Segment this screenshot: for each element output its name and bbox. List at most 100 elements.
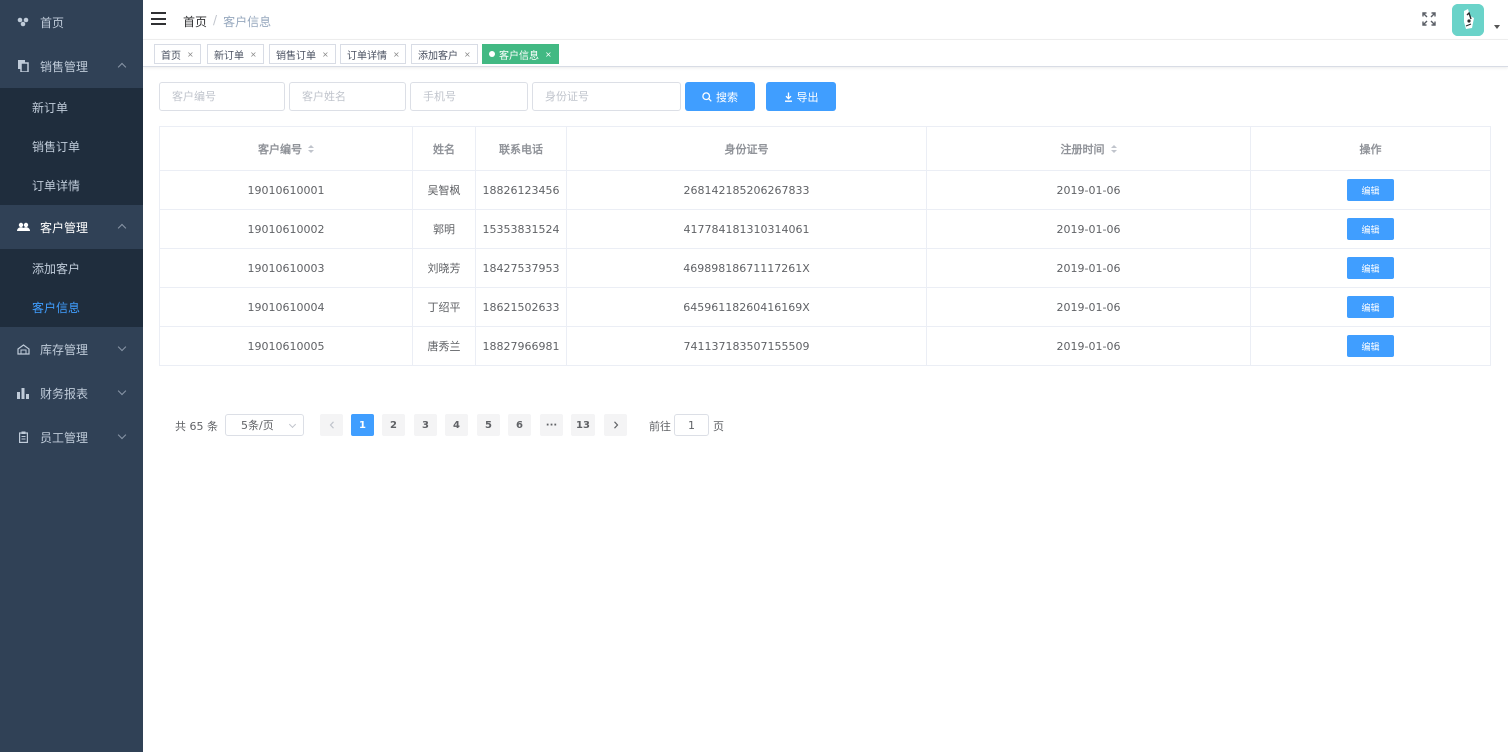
bar-chart-icon xyxy=(16,386,30,400)
page-ellipsis-button[interactable]: ··· xyxy=(540,414,563,436)
prev-page-button[interactable] xyxy=(320,414,343,436)
caret-down-icon[interactable] xyxy=(1494,25,1500,29)
page-button[interactable]: 4 xyxy=(445,414,468,436)
breadcrumb: 首页 / 客户信息 xyxy=(183,13,271,30)
sort-icon[interactable] xyxy=(1110,144,1117,153)
goto-suffix: 页 xyxy=(713,420,724,433)
cell-register-date: 2019-01-06 xyxy=(927,288,1251,326)
page-button[interactable]: 2 xyxy=(382,414,405,436)
tag-home[interactable]: 首页 × xyxy=(154,44,201,64)
sidebar-subitem-customer-info[interactable]: 客户信息 xyxy=(0,288,143,327)
page-button[interactable]: 1 xyxy=(351,414,374,436)
column-header-label: 注册时间 xyxy=(1060,142,1105,156)
edit-button[interactable]: 编辑 xyxy=(1347,179,1394,201)
sidebar-item-label: 销售管理 xyxy=(40,59,89,74)
tag-order-details[interactable]: 订单详情 × xyxy=(340,44,406,64)
search-button[interactable]: 搜索 xyxy=(685,82,755,111)
chevron-up-icon xyxy=(117,223,127,233)
column-header-label: 姓名 xyxy=(433,142,455,156)
breadcrumb-home[interactable]: 首页 xyxy=(183,13,207,30)
sidebar-item-label: 员工管理 xyxy=(40,430,89,445)
tag-label: 订单详情 xyxy=(347,50,387,62)
cell-phone: 18826123456 xyxy=(476,171,567,209)
table-row: 19010610001 吴智枫 18826123456 268142185206… xyxy=(160,171,1490,210)
close-icon[interactable]: × xyxy=(322,50,329,59)
cell-id-card: 64596118260416169X xyxy=(567,288,927,326)
tag-customer-info[interactable]: 客户信息 × xyxy=(482,44,559,64)
cell-customer-id: 19010610003 xyxy=(160,249,413,287)
sort-icon[interactable] xyxy=(308,144,314,153)
column-header-phone: 联系电话 xyxy=(476,127,567,170)
sidebar-item-finance[interactable]: 财务报表 xyxy=(0,371,143,415)
cell-customer-id: 19010610002 xyxy=(160,210,413,248)
cell-actions: 编辑 xyxy=(1251,327,1490,365)
close-icon[interactable]: × xyxy=(545,50,552,59)
sidebar-subitem-order-details[interactable]: 订单详情 xyxy=(0,166,143,205)
sidebar-subitem-label: 添加客户 xyxy=(32,262,81,276)
tags-view: 首页 × 新订单 × 销售订单 × 订单详情 × 添加客户 × 客户信息 × xyxy=(143,40,1508,67)
export-button-label: 导出 xyxy=(796,90,819,104)
cell-phone: 18827966981 xyxy=(476,327,567,365)
edit-button[interactable]: 编辑 xyxy=(1347,257,1394,279)
table-row: 19010610003 刘晓芳 18427537953 469898186711… xyxy=(160,249,1490,288)
tag-label: 销售订单 xyxy=(276,50,316,62)
avatar[interactable] xyxy=(1452,4,1484,36)
sidebar-item-sales[interactable]: 销售管理 xyxy=(0,44,143,88)
column-header-register-date[interactable]: 注册时间 xyxy=(927,127,1251,170)
close-icon[interactable]: × xyxy=(464,50,471,59)
edit-button[interactable]: 编辑 xyxy=(1347,335,1394,357)
chevron-down-icon xyxy=(288,420,297,429)
sidebar-subitem-sales-orders[interactable]: 销售订单 xyxy=(0,127,143,166)
customer-id-input[interactable] xyxy=(159,82,285,111)
tag-label: 首页 xyxy=(161,50,181,62)
edit-button[interactable]: 编辑 xyxy=(1347,296,1394,318)
chevron-down-icon xyxy=(117,430,127,440)
goto-label: 前往 xyxy=(649,420,671,433)
page-button[interactable]: 5 xyxy=(477,414,500,436)
cell-id-card: 268142185206267833 xyxy=(567,171,927,209)
column-header-label: 身份证号 xyxy=(724,142,769,156)
chevron-left-icon xyxy=(329,421,334,429)
page-button[interactable]: 13 xyxy=(571,414,595,436)
cell-name: 丁绍平 xyxy=(413,288,476,326)
sidebar-item-inventory[interactable]: 库存管理 xyxy=(0,327,143,371)
cell-name: 吴智枫 xyxy=(413,171,476,209)
sidebar-item-staff[interactable]: 员工管理 xyxy=(0,415,143,459)
column-header-actions: 操作 xyxy=(1251,127,1490,170)
next-page-button[interactable] xyxy=(604,414,627,436)
tag-add-customer[interactable]: 添加客户 × xyxy=(411,44,478,64)
tag-sales-orders[interactable]: 销售订单 × xyxy=(269,44,336,64)
page-button[interactable]: 3 xyxy=(414,414,437,436)
page-size-select[interactable]: 5条/页 xyxy=(225,414,304,436)
sidebar: 首页 销售管理 新订单 销售订单 订单详情 客户管理 添加客户 客户信息 库存管… xyxy=(0,0,143,752)
phone-input[interactable] xyxy=(410,82,528,111)
close-icon[interactable]: × xyxy=(250,50,257,59)
cell-name: 刘晓芳 xyxy=(413,249,476,287)
column-header-label: 操作 xyxy=(1359,142,1382,156)
fullscreen-icon[interactable] xyxy=(1422,12,1436,26)
customer-name-input[interactable] xyxy=(289,82,406,111)
close-icon[interactable]: × xyxy=(187,50,194,59)
sidebar-subitem-new-order[interactable]: 新订单 xyxy=(0,88,143,127)
tag-new-order[interactable]: 新订单 × xyxy=(207,44,264,64)
cell-customer-id: 19010610005 xyxy=(160,327,413,365)
column-header-customer-id[interactable]: 客户编号 xyxy=(160,127,413,170)
close-icon[interactable]: × xyxy=(393,50,400,59)
column-header-label: 客户编号 xyxy=(258,142,302,156)
edit-button[interactable]: 编辑 xyxy=(1347,218,1394,240)
chevron-right-icon xyxy=(613,421,618,429)
sidebar-item-home[interactable]: 首页 xyxy=(0,0,143,44)
page-button[interactable]: 6 xyxy=(508,414,531,436)
goto-page-input[interactable] xyxy=(674,414,709,436)
id-card-input[interactable] xyxy=(532,82,681,111)
hamburger-menu-icon[interactable] xyxy=(151,12,166,25)
cell-register-date: 2019-01-06 xyxy=(927,249,1251,287)
sidebar-subitem-add-customer[interactable]: 添加客户 xyxy=(0,249,143,288)
sidebar-item-label: 客户管理 xyxy=(40,220,89,235)
sidebar-subitem-label: 销售订单 xyxy=(32,140,81,154)
sidebar-item-customers[interactable]: 客户管理 xyxy=(0,205,143,249)
cell-register-date: 2019-01-06 xyxy=(927,210,1251,248)
breadcrumb-current: 客户信息 xyxy=(223,15,272,29)
chevron-down-icon xyxy=(117,386,127,396)
export-button[interactable]: 导出 xyxy=(766,82,836,111)
